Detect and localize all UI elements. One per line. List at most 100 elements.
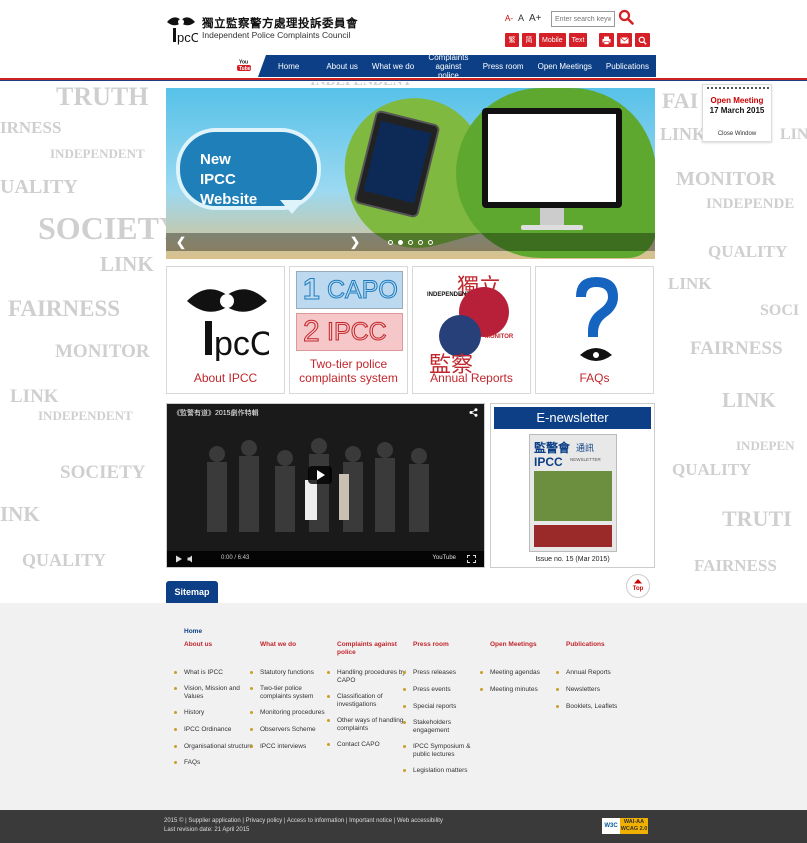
nav-publications[interactable]: Publications (599, 62, 656, 71)
tile-annual-reports[interactable]: 獨立 INDEPENDENT MONITOR 監察 Annual Reports (412, 266, 531, 394)
sitemap-link[interactable]: Booklets, Leaflets (556, 703, 640, 711)
carousel-dot[interactable] (408, 239, 413, 245)
search-icon[interactable] (618, 9, 634, 25)
search-input[interactable] (551, 11, 615, 27)
sitemap-link[interactable]: What is IPCC (174, 669, 258, 677)
sitemap-home-link[interactable]: Home (184, 628, 202, 635)
nav-home[interactable]: Home (258, 62, 319, 71)
sitemap-link[interactable]: Contact CAPO (327, 741, 411, 749)
font-size-large-button[interactable]: A+ (529, 13, 542, 24)
sitemap-link[interactable]: History (174, 709, 258, 717)
carousel-dot[interactable] (388, 239, 393, 245)
sitemap-link[interactable]: Statutory functions (250, 669, 334, 677)
bg-word: QUALITY (672, 460, 752, 479)
sitemap-heading[interactable]: Press room (413, 641, 487, 669)
enewsletter-panel[interactable]: E-newsletter 監警會 通訊 IPCC NEWSLETTER Issu… (490, 403, 655, 568)
monitor-base (521, 225, 583, 230)
ipcc-logo-icon: pcC (187, 289, 269, 361)
sitemap-link[interactable]: Two-tier police complaints system (250, 685, 334, 701)
sitemap-link[interactable]: Classification of investigations (327, 693, 411, 709)
sitemap-heading[interactable]: About us (184, 641, 258, 669)
top-label: Top (632, 586, 644, 592)
sitemap-link[interactable]: Newsletters (556, 686, 640, 694)
sitemap-link[interactable]: Press events (403, 686, 487, 694)
sitemap-heading[interactable]: What we do (260, 641, 334, 669)
sitemap-heading[interactable]: Publications (566, 641, 640, 669)
youtube-logo[interactable]: YouTube (432, 555, 456, 561)
sitemap-link[interactable]: Special reports (403, 703, 487, 711)
w3c-logo: W3C (602, 818, 620, 834)
chevron-left-icon[interactable]: ❮ (176, 235, 186, 249)
close-window-button[interactable]: Close Window (703, 131, 771, 137)
cover-title: 監警會 (534, 441, 571, 455)
sitemap-link[interactable]: Monitoring procedures (250, 709, 334, 717)
banner-headline: New IPCC Website (176, 128, 321, 214)
email-icon[interactable] (617, 33, 633, 47)
sitemap-link[interactable]: Handling procedures by CAPO (327, 669, 411, 685)
sitemap-link[interactable]: Other ways of handling complaints (327, 717, 411, 733)
sitemap-link[interactable]: Press releases (403, 669, 487, 677)
tile-two-tier-system[interactable]: 1 CAPO 2 IPCC Two-tier police complaints… (289, 266, 408, 394)
sitemap-heading[interactable]: Open Meetings (490, 641, 564, 669)
text-version-button[interactable]: Text (568, 33, 588, 47)
sitemap-link[interactable]: Annual Reports (556, 669, 640, 677)
nav-what-we-do[interactable]: What we do (365, 62, 421, 71)
font-size-normal-button[interactable]: A (518, 13, 524, 23)
footer: 2015 © | Supplier application | Privacy … (0, 810, 807, 843)
sitemap-link[interactable]: Stakeholders engagement (403, 719, 487, 735)
sitemap-link[interactable]: Observers Scheme (250, 726, 334, 734)
font-size-small-button[interactable]: A- (505, 14, 513, 23)
video-player[interactable]: 《監警有道》2015劇作特輯 0:00 / 6:43 YouTube (166, 403, 485, 568)
youtube-icon[interactable]: You Tube (236, 58, 252, 72)
sitemap-link[interactable]: Meeting agendas (480, 669, 564, 677)
sitemap-column-about-us: About us What is IPCC Vision, Mission an… (174, 641, 258, 767)
sitemap-link[interactable]: IPCC Ordinance (174, 726, 258, 734)
sitemap-tab[interactable]: Sitemap (166, 581, 218, 603)
fullscreen-icon[interactable] (467, 555, 476, 563)
sitemap-link[interactable]: Legislation matters (403, 767, 487, 775)
sitemap-link[interactable]: IPCC Symposium & public lectures (403, 743, 487, 759)
hero-banner[interactable]: New IPCC Website ❮ ❯ (166, 88, 655, 259)
nav-complaints-against-police[interactable]: Complaints against police (421, 55, 476, 77)
zoom-icon[interactable] (635, 33, 651, 47)
nav-press-room[interactable]: Press room (476, 62, 531, 71)
volume-icon[interactable] (187, 555, 196, 563)
carousel-dot[interactable] (428, 239, 433, 245)
play-icon[interactable] (175, 555, 183, 563)
print-icon[interactable] (599, 33, 615, 47)
wcag-label: WAI-AA WCAG 2.0 (620, 818, 648, 834)
sitemap-heading[interactable]: Complaints against police (337, 641, 411, 669)
carousel-dot[interactable] (418, 239, 423, 245)
open-meeting-title[interactable]: Open Meeting (703, 96, 771, 105)
bg-word: SOCIETY (60, 462, 146, 483)
sitemap-link[interactable]: IPCC interviews (250, 743, 334, 751)
bg-word: INDEPENDE (706, 196, 795, 212)
bg-word: IRNESS (0, 118, 62, 137)
simplified-chinese-button[interactable]: 简 (522, 33, 536, 47)
nav-about-us[interactable]: About us (319, 62, 365, 71)
footer-links[interactable]: 2015 © | Supplier application | Privacy … (164, 818, 443, 824)
header-divider (0, 78, 807, 81)
nav-open-meetings[interactable]: Open Meetings (531, 62, 599, 71)
question-mark-icon (576, 277, 618, 361)
tile-about-ipcc[interactable]: pcC About IPCC (166, 266, 285, 394)
monitor-image (482, 108, 622, 208)
cover-newsletter: NEWSLETTER (570, 457, 601, 462)
sitemap-link[interactable]: Vision, Mission and Values (174, 685, 258, 701)
chevron-right-icon[interactable]: ❯ (350, 235, 360, 249)
share-icon[interactable] (469, 408, 478, 417)
bg-word: FAIRNESS (694, 556, 777, 575)
back-to-top-button[interactable]: Top (626, 574, 650, 598)
mobile-version-button[interactable]: Mobile (539, 33, 566, 47)
sitemap-link[interactable]: Meeting minutes (480, 686, 564, 694)
tile-faqs[interactable]: FAQs (535, 266, 654, 394)
carousel-dot-active[interactable] (398, 239, 403, 245)
logo-text: 獨立監察警方處理投訴委員會 Independent Police Complai… (202, 17, 358, 41)
sitemap-link[interactable]: Organisational structure (174, 743, 258, 751)
newsletter-cover[interactable]: 監警會 通訊 IPCC NEWSLETTER (529, 434, 617, 552)
sitemap-link[interactable]: FAQs (174, 759, 258, 767)
play-button[interactable] (308, 466, 332, 484)
w3c-wcag-badge[interactable]: W3C WAI-AA WCAG 2.0 (602, 818, 648, 834)
ipcc-logo[interactable]: pcC 獨立監察警方處理投訴委員會 Independent Police Com… (164, 12, 358, 46)
traditional-chinese-button[interactable]: 繁 (505, 33, 519, 47)
